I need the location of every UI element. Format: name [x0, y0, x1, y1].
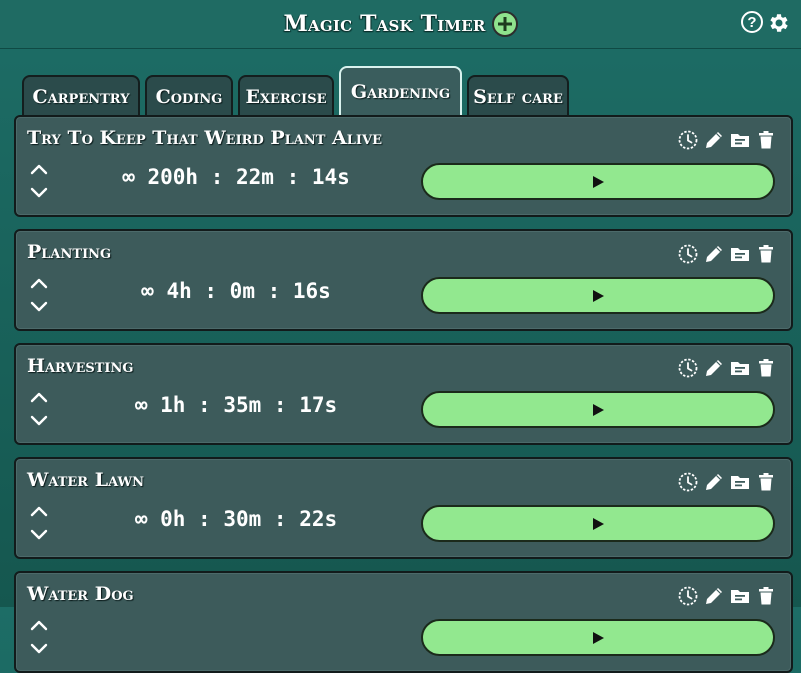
move-up-icon[interactable]	[28, 501, 50, 523]
move-up-icon[interactable]	[28, 159, 50, 181]
folder-icon[interactable]	[729, 585, 751, 607]
task-card: Water Lawn ∞ 0h : 30m : 22s	[14, 457, 793, 559]
play-button[interactable]	[421, 391, 775, 428]
task-name: Harvesting	[27, 355, 134, 377]
edit-icon[interactable]	[703, 243, 725, 265]
move-down-icon[interactable]	[28, 409, 50, 431]
task-name: Water Lawn	[27, 469, 144, 491]
trash-icon[interactable]	[755, 471, 777, 493]
move-down-icon[interactable]	[28, 181, 50, 203]
app-header: Magic Task Timer ?	[0, 0, 801, 49]
edit-icon[interactable]	[703, 585, 725, 607]
edit-icon[interactable]	[703, 471, 725, 493]
play-icon	[593, 517, 604, 530]
task-card: Harvesting ∞ 1h : 35m : 17s	[14, 343, 793, 445]
play-button[interactable]	[421, 505, 775, 542]
task-timer: ∞ 200h : 22m : 14s	[122, 165, 350, 189]
trash-icon[interactable]	[755, 243, 777, 265]
move-down-icon[interactable]	[28, 637, 50, 659]
title-bar: Magic Task Timer	[0, 0, 801, 48]
play-icon	[593, 631, 604, 644]
history-icon[interactable]	[677, 129, 699, 151]
reorder-arrows	[28, 501, 50, 545]
tab-carpentry[interactable]: Carpentry	[22, 75, 140, 116]
play-icon	[593, 403, 604, 416]
task-name: Planting	[27, 241, 112, 263]
task-actions	[677, 471, 777, 493]
task-timer: ∞ 4h : 0m : 16s	[141, 279, 331, 303]
history-icon[interactable]	[677, 471, 699, 493]
folder-icon[interactable]	[729, 129, 751, 151]
help-icon[interactable]: ?	[741, 11, 763, 33]
task-actions	[677, 129, 777, 151]
reorder-arrows	[28, 615, 50, 659]
reorder-arrows	[28, 387, 50, 431]
task-name: Try To Keep That Weird Plant Alive	[27, 127, 382, 149]
play-icon	[593, 289, 604, 302]
folder-icon[interactable]	[729, 243, 751, 265]
task-timer: ∞ 1h : 35m : 17s	[134, 393, 338, 417]
task-card: Planting ∞ 4h : 0m : 16s	[14, 229, 793, 331]
task-actions	[677, 357, 777, 379]
play-icon	[593, 175, 604, 188]
move-up-icon[interactable]	[28, 615, 50, 637]
trash-icon[interactable]	[755, 357, 777, 379]
history-icon[interactable]	[677, 243, 699, 265]
tab-gardening[interactable]: Gardening	[339, 66, 462, 116]
folder-icon[interactable]	[729, 357, 751, 379]
gear-icon[interactable]	[767, 11, 791, 35]
move-down-icon[interactable]	[28, 295, 50, 317]
reorder-arrows	[28, 159, 50, 203]
task-card: Water Dog	[14, 571, 793, 673]
task-card: Try To Keep That Weird Plant Alive ∞ 200…	[14, 115, 793, 217]
app-title: Magic Task Timer	[283, 11, 486, 37]
move-up-icon[interactable]	[28, 387, 50, 409]
add-task-button[interactable]	[491, 11, 518, 37]
header-actions: ?	[741, 11, 791, 35]
tab-coding[interactable]: Coding	[145, 75, 233, 116]
task-timer: ∞ 0h : 30m : 22s	[134, 507, 338, 531]
move-down-icon[interactable]	[28, 523, 50, 545]
play-button[interactable]	[421, 277, 775, 314]
play-button[interactable]	[421, 163, 775, 200]
tab-exercise[interactable]: Exercise	[238, 75, 334, 116]
move-up-icon[interactable]	[28, 273, 50, 295]
edit-icon[interactable]	[703, 129, 725, 151]
task-actions	[677, 243, 777, 265]
task-name: Water Dog	[27, 583, 134, 605]
history-icon[interactable]	[677, 585, 699, 607]
history-icon[interactable]	[677, 357, 699, 379]
trash-icon[interactable]	[755, 585, 777, 607]
task-actions	[677, 585, 777, 607]
reorder-arrows	[28, 273, 50, 317]
play-button[interactable]	[421, 619, 775, 656]
folder-icon[interactable]	[729, 471, 751, 493]
edit-icon[interactable]	[703, 357, 725, 379]
tab-self-care[interactable]: Self care	[467, 75, 569, 116]
trash-icon[interactable]	[755, 129, 777, 151]
